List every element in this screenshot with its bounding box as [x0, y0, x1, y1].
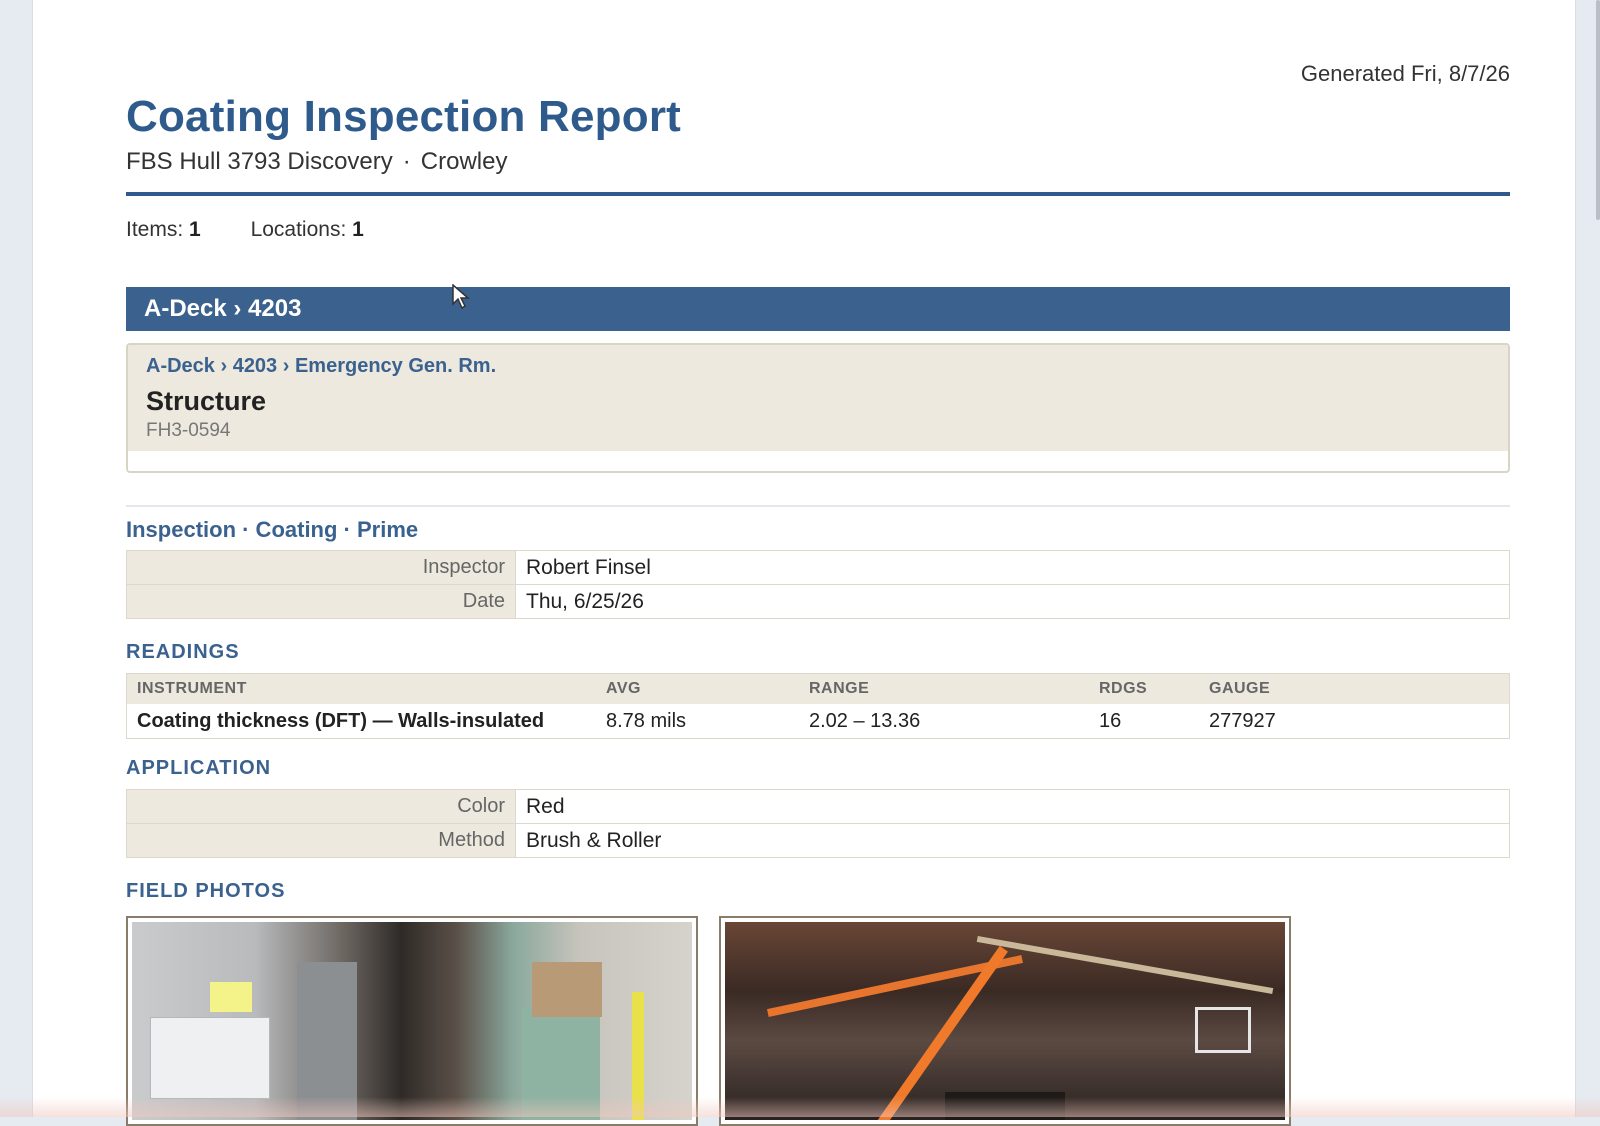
- table-row: Method Brush & Roller: [126, 823, 1510, 858]
- method-label: Method: [126, 823, 516, 858]
- generated-date: Generated Fri, 8/7/26: [1300, 61, 1510, 86]
- items-count: 1: [189, 218, 201, 241]
- report-title: Coating Inspection Report: [126, 92, 681, 141]
- reading-rdgs: 16: [1089, 704, 1199, 739]
- owner-name: Crowley: [420, 148, 508, 175]
- reading-gauge: 277927: [1199, 704, 1510, 739]
- title-divider: [126, 192, 1510, 196]
- date-value: Thu, 6/25/26: [515, 584, 1510, 619]
- date-label: Date: [126, 584, 516, 619]
- report-subtitle: FBS Hull 3793 Discovery · Crowley: [126, 148, 507, 176]
- column-header-range: RANGE: [799, 673, 1089, 704]
- inspection-details-table: Inspector Robert Finsel Date Thu, 6/25/2…: [126, 550, 1510, 619]
- table-row: Color Red: [126, 789, 1510, 824]
- reading-avg: 8.78 mils: [596, 704, 799, 739]
- readings-section-label: READINGS: [126, 641, 240, 663]
- cable-shape: [976, 935, 1274, 995]
- column-header-avg: AVG: [596, 673, 799, 704]
- readings-table: INSTRUMENT AVG RANGE RDGS GAUGE Coating …: [126, 673, 1510, 739]
- color-label: Color: [126, 789, 516, 824]
- item-card: A-Deck › 4203 › Emergency Gen. Rm. Struc…: [126, 343, 1510, 473]
- photo-image-electrical-panel: [132, 922, 692, 1120]
- mouse-cursor-icon: [452, 284, 470, 310]
- table-row: Coating thickness (DFT) — Walls-insulate…: [126, 704, 1510, 739]
- column-header-rdgs: RDGS: [1089, 673, 1199, 704]
- warning-label-shape: [210, 982, 252, 1012]
- application-section-label: APPLICATION: [126, 757, 272, 779]
- report-page: Generated Fri, 8/7/26 Coating Inspection…: [32, 0, 1576, 1126]
- summary-stats: Items: 1 Locations: 1: [126, 218, 408, 242]
- color-value: Red: [515, 789, 1510, 824]
- orange-cable-shape: [767, 955, 1023, 1017]
- field-photos-section-label: FIELD PHOTOS: [126, 880, 286, 902]
- inspector-value: Robert Finsel: [515, 550, 1510, 585]
- column-header-gauge: GAUGE: [1199, 673, 1510, 704]
- readings-header-row: INSTRUMENT AVG RANGE RDGS GAUGE: [126, 673, 1510, 704]
- table-row: Inspector Robert Finsel: [126, 550, 1510, 585]
- posted-notice-shape: [150, 1017, 270, 1099]
- field-photo-1[interactable]: [126, 916, 698, 1126]
- box-shape: [532, 962, 602, 1017]
- location-header: A-Deck › 4203: [126, 287, 1510, 331]
- vessel-name: FBS Hull 3793 Discovery: [126, 148, 393, 175]
- item-breadcrumb: A-Deck › 4203 › Emergency Gen. Rm.: [146, 355, 497, 377]
- reading-range: 2.02 – 13.36: [799, 704, 1089, 739]
- reading-instrument: Coating thickness (DFT) — Walls-insulate…: [126, 704, 596, 739]
- item-card-header: A-Deck › 4203 › Emergency Gen. Rm. Struc…: [128, 345, 1508, 451]
- locations-count: 1: [352, 218, 364, 241]
- item-code: FH3-0594: [146, 420, 231, 441]
- field-photo-2[interactable]: [719, 916, 1291, 1126]
- locations-stat: Locations: 1: [251, 218, 364, 241]
- inspection-title: Inspection · Coating · Prime: [126, 517, 419, 542]
- item-title: Structure: [146, 386, 267, 416]
- method-value: Brush & Roller: [515, 823, 1510, 858]
- column-header-instrument: INSTRUMENT: [126, 673, 596, 704]
- bottom-edge-shadow: [0, 1097, 1600, 1117]
- items-label: Items:: [126, 218, 184, 241]
- section-divider: [126, 505, 1510, 507]
- scrollbar-thumb[interactable]: [1596, 0, 1600, 220]
- subtitle-separator: ·: [402, 148, 411, 175]
- inspector-label: Inspector: [126, 550, 516, 585]
- light-guard-shape: [1195, 1007, 1251, 1053]
- photo-image-cable-overhead: [725, 922, 1285, 1120]
- locations-label: Locations:: [250, 218, 347, 241]
- items-stat: Items: 1: [126, 218, 201, 241]
- table-row: Date Thu, 6/25/26: [126, 584, 1510, 619]
- application-details-table: Color Red Method Brush & Roller: [126, 789, 1510, 858]
